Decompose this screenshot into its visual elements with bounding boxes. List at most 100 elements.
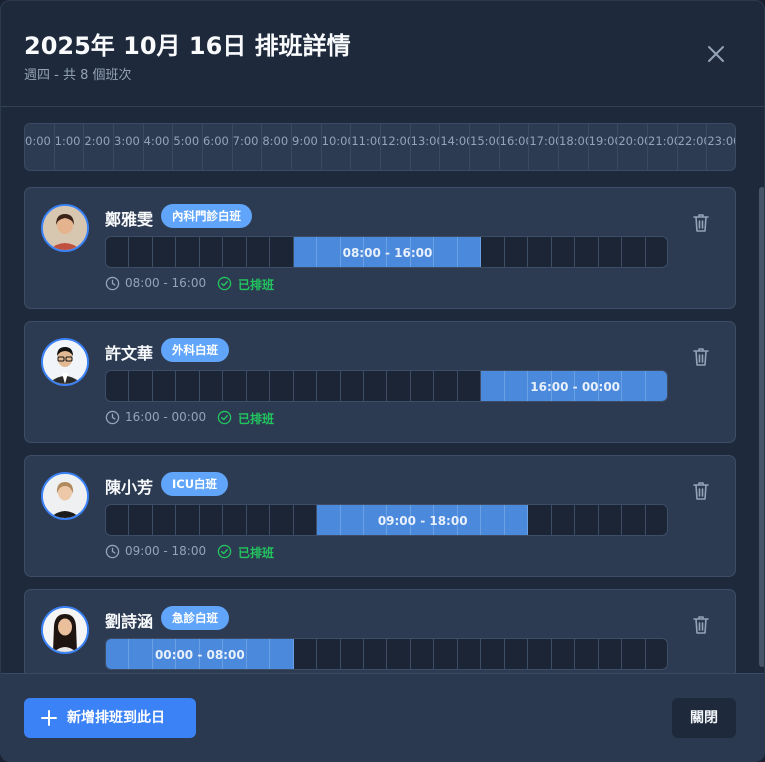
timeline-hour-label: 20:00 <box>618 124 648 170</box>
modal-title: 2025年 10月 16日 排班詳情 <box>24 32 351 60</box>
scrollbar-thumb[interactable] <box>759 187 764 667</box>
hour-cell <box>388 371 411 401</box>
hour-cell <box>575 505 599 535</box>
hour-text: 10:00 <box>321 134 351 148</box>
hour-cell <box>434 639 458 669</box>
hour-text: 8:00 <box>262 134 289 148</box>
hour-text: 7:00 <box>232 134 259 148</box>
timeline-hour-label: 8:00 <box>262 124 292 170</box>
hour-cell <box>599 505 623 535</box>
shift-time: 08:00 - 16:00 <box>125 276 207 290</box>
hour-cell <box>411 371 435 401</box>
hour-cell <box>129 237 153 267</box>
shift-card[interactable]: 陳小芳 ICU白班 09:00 - 18:00 09:00 - 18:00 已排班 <box>24 455 736 577</box>
department-badge: 內科門診白班 <box>161 204 252 228</box>
shift-range-label: 00:00 - 08:00 <box>154 648 245 662</box>
hour-cell <box>223 505 247 535</box>
shift-range-label: 09:00 - 18:00 <box>377 514 468 528</box>
shift-timeline-bar: 09:00 - 18:00 <box>105 504 668 536</box>
shift-range-label: 08:00 - 16:00 <box>342 246 433 260</box>
close-modal-button[interactable] <box>701 39 731 69</box>
hour-cell <box>341 371 365 401</box>
timeline-hour-header: 0:00 1:00 2:00 3:00 4:00 5:00 6:00 7:00 8:00 9:00… <box>24 123 736 171</box>
delete-shift-button[interactable] <box>691 614 711 636</box>
timeline-hour-label: 22:00 <box>677 124 708 170</box>
close-button[interactable]: 關閉 <box>672 698 736 738</box>
clock-icon <box>105 544 120 559</box>
scrollbar[interactable] <box>758 107 764 673</box>
department-badge: ICU白班 <box>161 472 229 496</box>
check-circle-icon <box>217 276 232 291</box>
hour-cell <box>153 237 177 267</box>
hour-cell <box>153 505 177 535</box>
avatar <box>41 472 89 520</box>
hour-cell <box>458 371 482 401</box>
hour-cell <box>528 237 552 267</box>
shift-card[interactable]: 劉詩涵 急診白班 00:00 - 08:00 <box>24 589 736 673</box>
hour-text: 16:00 <box>499 134 529 148</box>
trash-icon <box>693 616 709 634</box>
avatar <box>41 204 89 252</box>
hour-cell <box>528 505 552 535</box>
add-shift-button[interactable]: 新增排班到此日 <box>24 698 196 738</box>
status-text: 已排班 <box>238 412 275 426</box>
plus-icon <box>41 710 57 726</box>
hour-text: 1:00 <box>54 134 81 148</box>
shift-card[interactable]: 許文華 外科白班 16:00 - 00:00 16:00 - 00:00 已排班 <box>24 321 736 443</box>
timeline-hour-label: 9:00 <box>292 124 322 170</box>
delete-shift-button[interactable] <box>691 480 711 502</box>
hour-cell <box>575 639 599 669</box>
shift-card[interactable]: 鄭雅雯 內科門診白班 08:00 - 16:00 08:00 - 16:00 已排班 <box>24 187 736 309</box>
hour-cell <box>481 639 505 669</box>
shift-list-area[interactable]: 0:00 1:00 2:00 3:00 4:00 5:00 6:00 7:00 8:00 9:00… <box>1 107 764 673</box>
hour-cell <box>575 237 599 267</box>
trash-icon <box>693 348 709 366</box>
hour-cell <box>106 371 130 401</box>
hour-cell <box>270 505 294 535</box>
shift-timeline-bar: 00:00 - 08:00 <box>105 638 668 670</box>
hour-cell <box>528 639 552 669</box>
hour-cell <box>247 237 271 267</box>
hour-text: 15:00 <box>470 134 499 148</box>
hour-cell <box>294 639 318 669</box>
hour-cell <box>622 505 646 535</box>
hour-cell <box>247 505 271 535</box>
timeline-hour-label: 17:00 <box>529 124 559 170</box>
modal-header: 2025年 10月 16日 排班詳情 週四 - 共 8 個班次 <box>1 1 764 107</box>
add-shift-label: 新增排班到此日 <box>67 710 165 726</box>
timeline-hour-label: 7:00 <box>232 124 263 170</box>
hour-cell <box>294 371 318 401</box>
hour-text: 22:00 <box>677 134 707 148</box>
modal-footer: 新增排班到此日 關閉 <box>1 673 764 761</box>
hour-text: 12:00 <box>381 134 410 148</box>
hour-cell <box>622 237 646 267</box>
delete-shift-button[interactable] <box>691 212 711 234</box>
hour-cell <box>176 505 200 535</box>
staff-name: 鄭雅雯 <box>105 210 154 229</box>
shift-time: 16:00 - 00:00 <box>125 410 207 424</box>
hour-cell <box>317 371 341 401</box>
check-circle-icon <box>217 410 232 425</box>
avatar <box>41 606 89 654</box>
hour-cell <box>129 371 153 401</box>
hour-cell <box>176 237 200 267</box>
close-icon <box>708 46 724 62</box>
avatar <box>41 338 89 386</box>
hour-cell <box>270 371 294 401</box>
hour-text: 0:00 <box>25 134 51 148</box>
timeline-hour-label: 1:00 <box>54 124 85 170</box>
delete-shift-button[interactable] <box>691 346 711 368</box>
hour-cell <box>552 237 576 267</box>
timeline-hour-label: 23:00 <box>707 124 735 170</box>
hour-cell <box>552 639 576 669</box>
hour-cell <box>270 237 294 267</box>
clock-icon <box>105 276 120 291</box>
hour-text: 13:00 <box>410 134 440 148</box>
hour-cell <box>505 237 529 267</box>
timeline-hour-label: 19:00 <box>589 124 619 170</box>
hour-cell <box>317 639 341 669</box>
hour-cell <box>599 639 623 669</box>
shift-timeline-bar: 16:00 - 00:00 <box>105 370 668 402</box>
hour-cell <box>411 639 435 669</box>
staff-name: 劉詩涵 <box>105 612 154 631</box>
